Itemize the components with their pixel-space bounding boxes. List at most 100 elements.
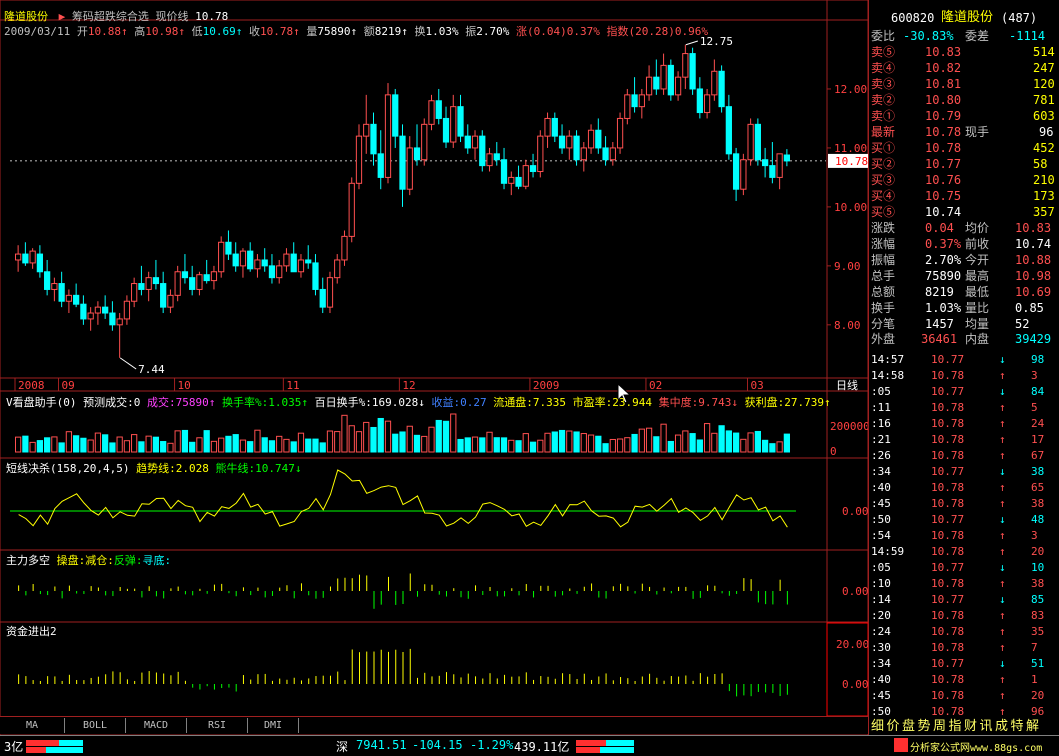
tab-dmi[interactable]: DMI bbox=[248, 718, 299, 733]
tick-volume: 98 bbox=[1031, 353, 1045, 366]
volume-bar bbox=[776, 441, 783, 453]
tick-dir: ↓ bbox=[999, 513, 1006, 526]
price-tick-label: 11.00 bbox=[834, 142, 867, 155]
amt-label: 额 bbox=[363, 25, 375, 38]
ask-volume: 603 bbox=[1033, 109, 1055, 123]
amt-value: 8219 bbox=[374, 25, 402, 38]
tick-dir: ↓ bbox=[999, 385, 1006, 398]
tick-row: :26 10.78 ↑ 67 bbox=[869, 448, 1059, 464]
tick-time: :10 bbox=[871, 577, 891, 590]
quote-bottom-tab[interactable]: 特 bbox=[1011, 715, 1024, 734]
candle-body bbox=[210, 271, 218, 282]
tick-time: :40 bbox=[871, 481, 891, 494]
candle-body bbox=[326, 277, 334, 308]
candle-body bbox=[529, 165, 537, 173]
tab-macd[interactable]: MACD bbox=[126, 718, 187, 733]
tick-price: 10.78 bbox=[931, 401, 965, 414]
quote-bottom-tab[interactable]: 指 bbox=[949, 715, 962, 734]
volume-bar bbox=[102, 434, 109, 453]
tick-volume: 1 bbox=[1031, 673, 1038, 686]
vol-ind-name[interactable]: V看盘助手(0) bbox=[6, 396, 77, 409]
quote-bottom-tab[interactable]: 成 bbox=[995, 715, 1008, 734]
quote-bottom-tab[interactable]: 讯 bbox=[980, 715, 993, 734]
bid-label: 买② bbox=[871, 157, 896, 171]
ask-volume: 247 bbox=[1033, 61, 1055, 75]
mainforce-name[interactable]: 主力多空 bbox=[6, 554, 50, 567]
candle-body bbox=[711, 70, 718, 96]
stat-label: 涨跌 bbox=[871, 221, 896, 235]
candle-body bbox=[181, 271, 189, 279]
tab-boll[interactable]: BOLL bbox=[65, 718, 126, 733]
ask-price: 10.81 bbox=[925, 77, 962, 91]
tick-time: :30 bbox=[871, 641, 891, 654]
volume-bar bbox=[725, 430, 732, 453]
volume-bar bbox=[660, 423, 667, 453]
chg-label: 涨 bbox=[515, 25, 527, 38]
volume-bar bbox=[587, 434, 595, 453]
candle-body bbox=[624, 94, 631, 119]
tick-dir: ↑ bbox=[999, 497, 1006, 510]
stat-value: 1457 bbox=[925, 317, 954, 331]
quote-bottom-tab[interactable]: 势 bbox=[918, 715, 931, 734]
volume-axis-label: 200000 bbox=[830, 420, 868, 433]
volume-bar bbox=[196, 437, 203, 453]
quote-bottom-tab[interactable]: 解 bbox=[1026, 715, 1039, 734]
tick-row: :10 10.78 ↑ 38 bbox=[869, 576, 1059, 592]
quote-bottom-tab[interactable]: 盘 bbox=[902, 715, 915, 734]
volume-bar bbox=[370, 426, 377, 453]
tick-price: 10.78 bbox=[931, 545, 965, 558]
quote-bottom-tab[interactable]: 价 bbox=[887, 715, 900, 734]
date-tick-label: 2009 bbox=[533, 379, 560, 392]
tick-dir: ↑ bbox=[999, 577, 1006, 590]
tick-volume: 38 bbox=[1031, 465, 1045, 478]
volume-bar bbox=[80, 437, 87, 453]
status-bar-red bbox=[26, 740, 59, 746]
tick-row: 14:59 10.78 ↑ 20 bbox=[869, 544, 1059, 560]
candle-body bbox=[247, 250, 254, 270]
quote-bottom-tab[interactable]: 细 bbox=[871, 715, 884, 734]
capital-name[interactable]: 资金进出2 bbox=[6, 625, 57, 638]
bid-label: 买③ bbox=[871, 173, 896, 187]
quote-bottom-tab[interactable]: 周 bbox=[933, 715, 946, 734]
status-index: 7941.51 bbox=[356, 738, 407, 752]
volume-bar bbox=[711, 432, 718, 453]
tick-price: 10.78 bbox=[931, 449, 965, 462]
stat-value: 0.37% bbox=[925, 237, 962, 251]
short-ind-name[interactable]: 短线决杀(158,20,4,5) bbox=[6, 462, 129, 475]
candle-body bbox=[413, 147, 421, 161]
quote-bottom-tab[interactable]: 财 bbox=[964, 715, 977, 734]
volume-bar bbox=[44, 437, 51, 453]
price-tick-label: 10.00 bbox=[834, 201, 867, 214]
volume-bar bbox=[29, 441, 36, 453]
candle-body bbox=[384, 94, 392, 178]
tick-volume: 3 bbox=[1031, 529, 1038, 542]
outer-label: 外盘 bbox=[871, 332, 896, 346]
formula-name[interactable]: 筹码超跌综合选 bbox=[72, 10, 149, 23]
tick-row: :40 10.78 ↑ 1 bbox=[869, 672, 1059, 688]
mainforce-indicator-title: 主力多空 操盘:减仓:反弹:寻底: bbox=[6, 552, 171, 568]
tick-row: :45 10.78 ↑ 20 bbox=[869, 688, 1059, 704]
volume-bar bbox=[602, 443, 609, 453]
tab-rsi[interactable]: RSI bbox=[187, 718, 248, 733]
tick-row: :21 10.78 ↑ 17 bbox=[869, 432, 1059, 448]
tick-volume: 38 bbox=[1031, 577, 1045, 590]
tick-volume: 10 bbox=[1031, 561, 1045, 574]
tab-ma[interactable]: MA bbox=[0, 718, 65, 733]
volume-bar bbox=[65, 431, 73, 453]
volume-bar bbox=[471, 436, 479, 453]
tick-time: :05 bbox=[871, 561, 891, 574]
volume-bar bbox=[167, 442, 174, 453]
site-label[interactable]: 分析家公式网www.88gs.com bbox=[910, 739, 1042, 754]
tick-dir: ↓ bbox=[999, 561, 1006, 574]
candle-body bbox=[305, 259, 312, 264]
tick-row: :54 10.78 ↑ 3 bbox=[869, 528, 1059, 544]
volume-bar bbox=[341, 414, 348, 453]
volume-bar bbox=[595, 435, 602, 453]
chart-canvas[interactable]: 12.0011.0010.009.008.0010.7812.757.44200… bbox=[0, 0, 868, 735]
ask-row: 卖④ 10.82 247 bbox=[869, 60, 1059, 76]
low-marker-label: 7.44 bbox=[138, 363, 165, 376]
tick-row: :14 10.77 ↓ 85 bbox=[869, 592, 1059, 608]
candle-body bbox=[232, 253, 239, 267]
volume-bar bbox=[464, 437, 471, 453]
candle-body bbox=[631, 94, 638, 108]
